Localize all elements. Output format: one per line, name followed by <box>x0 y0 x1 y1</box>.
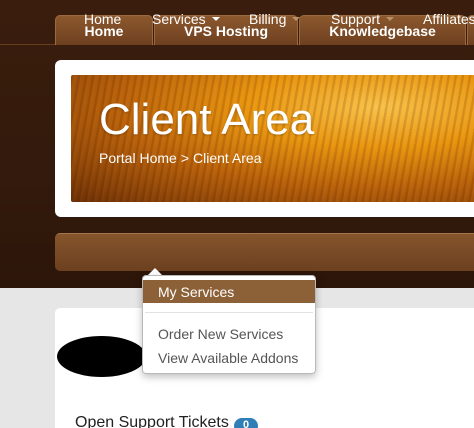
nav-item-billing[interactable]: Billing <box>249 0 301 38</box>
main-nav-bar <box>55 233 474 271</box>
menu-item-my-services-label: My Services <box>158 283 235 300</box>
open-tickets-heading: Open Support Tickets <box>75 414 229 428</box>
nav-item-billing-label: Billing <box>249 11 287 27</box>
menu-item-order-new-services-label: Order New Services <box>158 325 284 342</box>
nav-item-affiliates-label: Affiliates <box>423 11 474 27</box>
nav-item-services[interactable]: Services <box>152 0 220 38</box>
menu-item-my-services[interactable]: My Services <box>143 280 315 303</box>
breadcrumb-portal-home[interactable]: Portal Home <box>99 150 177 166</box>
nav-item-home[interactable]: Home <box>84 0 121 38</box>
services-dropdown-menu: My Services Order New Services View Avai… <box>142 275 316 374</box>
menu-item-order-new-services[interactable]: Order New Services <box>143 322 315 345</box>
page-title: Client Area <box>99 95 315 144</box>
open-tickets-count-badge: 0 <box>234 418 258 428</box>
chevron-down-icon <box>386 17 395 21</box>
nav-item-home-label: Home <box>84 11 122 27</box>
nav-item-support[interactable]: Support <box>331 0 395 38</box>
redacted-avatar <box>57 336 146 377</box>
nav-item-support-label: Support <box>331 11 381 27</box>
breadcrumb: Portal Home > Client Area <box>99 150 261 166</box>
breadcrumb-client-area: Client Area <box>193 150 262 166</box>
menu-item-view-available-addons[interactable]: View Available Addons <box>143 346 315 369</box>
chevron-down-icon <box>211 17 220 21</box>
menu-item-view-available-addons-label: View Available Addons <box>158 349 299 366</box>
menu-divider <box>145 312 313 313</box>
nav-item-services-label: Services <box>152 11 206 27</box>
nav-item-affiliates[interactable]: Affiliates <box>423 0 474 38</box>
dropdown-pointer <box>148 268 162 275</box>
breadcrumb-separator: > <box>180 150 189 166</box>
chevron-down-icon <box>292 17 301 21</box>
